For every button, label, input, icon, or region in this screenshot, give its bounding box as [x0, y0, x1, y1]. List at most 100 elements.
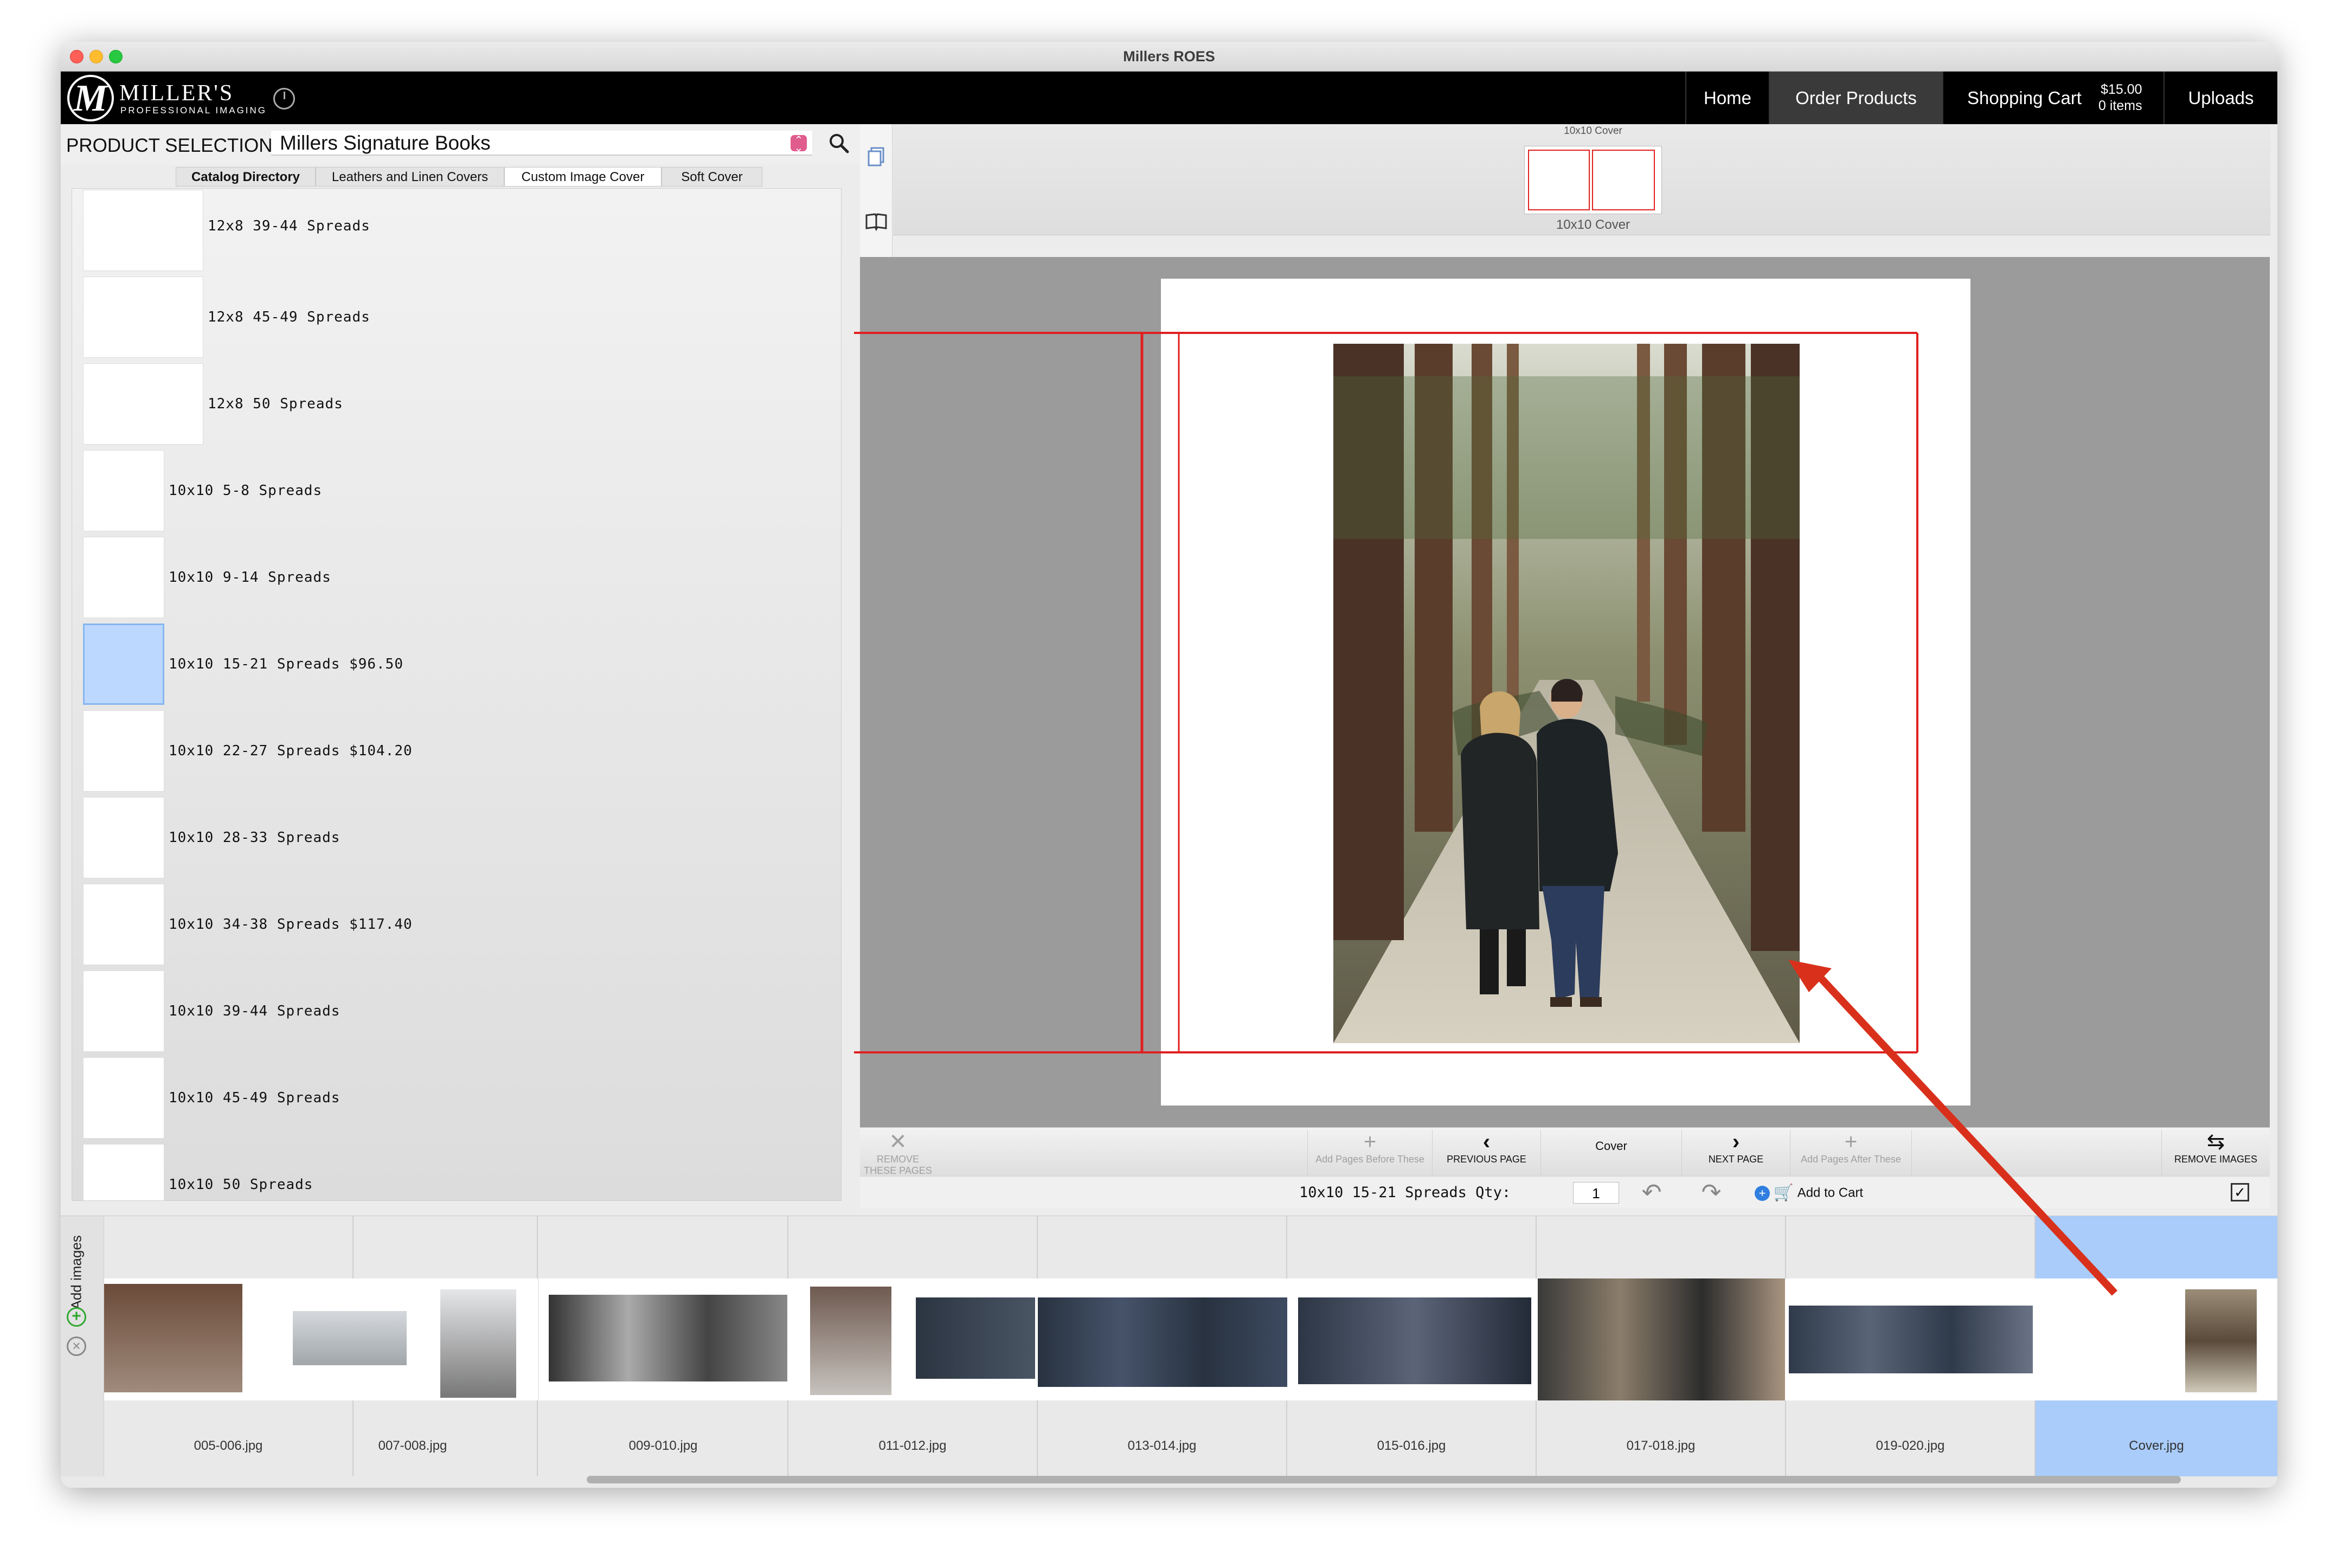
- pages-icon[interactable]: [866, 146, 886, 168]
- remove-pages-button[interactable]: ✕ REMOVE THESE PAGES: [860, 1130, 936, 1176]
- catalog-item-label: 10x10 5-8 Spreads: [169, 483, 323, 499]
- nav-order-products[interactable]: Order Products: [1769, 72, 1942, 124]
- add-images-label[interactable]: Add images: [68, 1229, 85, 1309]
- activity-spinner-icon: [273, 88, 295, 110]
- next-page-label: NEXT PAGE: [1708, 1154, 1764, 1165]
- catalog-item[interactable]: 12x8 39-44 Spreads: [72, 190, 841, 277]
- catalog-item[interactable]: 10x10 9-14 Spreads: [72, 537, 841, 624]
- previous-page-button[interactable]: ‹ PREVIOUS PAGE: [1432, 1130, 1540, 1175]
- spread-filename: 017-018.jpg: [1626, 1438, 1696, 1453]
- cover-photo[interactable]: [1333, 344, 1800, 1043]
- catalog-item-selected[interactable]: 10x10 15-21 Spreads $96.50: [72, 624, 841, 710]
- catalog-tabs: Catalog Directory Leathers and Linen Cov…: [61, 165, 869, 188]
- catalog-thumbnail: [83, 797, 164, 878]
- redo-icon[interactable]: ↷: [1684, 1179, 1738, 1206]
- cart-icon: 🛒: [1773, 1184, 1794, 1202]
- strip-scrollbar[interactable]: [587, 1476, 2181, 1483]
- catalog-item[interactable]: 10x10 5-8 Spreads: [72, 450, 841, 537]
- catalog-item[interactable]: 10x10 45-49 Spreads: [72, 1057, 841, 1144]
- nav-home[interactable]: Home: [1685, 72, 1769, 124]
- catalog-item[interactable]: 10x10 28-33 Spreads: [72, 797, 841, 884]
- catalog-item[interactable]: 10x10 39-44 Spreads: [72, 971, 841, 1057]
- spread-thumbnail[interactable]: 017-018.jpg: [1537, 1216, 1786, 1476]
- catalog-item-label: 12x8 50 Spreads: [208, 396, 343, 412]
- catalog-item[interactable]: 12x8 50 Spreads: [72, 363, 841, 450]
- product-line-select[interactable]: Millers Signature Books ⌃ ⌄: [271, 131, 812, 156]
- product-line-value: Millers Signature Books: [280, 132, 491, 154]
- remove-images-label: REMOVE IMAGES: [2174, 1154, 2258, 1165]
- cover-thumbnail[interactable]: [1524, 146, 1662, 214]
- spread-filename: 011-012.jpg: [878, 1438, 947, 1453]
- catalog-item-label: 10x10 50 Spreads: [169, 1177, 313, 1193]
- photo-collage: [549, 1295, 787, 1381]
- undo-icon[interactable]: ↶: [1625, 1179, 1679, 1206]
- catalog-item-label: 10x10 15-21 Spreads $96.50: [169, 656, 403, 672]
- nav-shopping-cart[interactable]: Shopping Cart $15.00 0 items: [1942, 72, 2163, 124]
- spread-preview: [1287, 1278, 1537, 1400]
- remove-images-button[interactable]: ⇆ REMOVE IMAGES: [2161, 1130, 2270, 1175]
- cover-top-label: 10x10 Cover: [1564, 125, 1622, 137]
- add-to-cart-button[interactable]: + 🛒 Add to Cart: [1755, 1181, 1863, 1205]
- catalog-item-label: 12x8 45-49 Spreads: [208, 309, 370, 325]
- remove-x-icon: ✕: [889, 1130, 907, 1154]
- spread-thumbnail[interactable]: 019-020.jpg: [1786, 1216, 2036, 1476]
- tab-catalog-directory[interactable]: Catalog Directory: [176, 167, 316, 187]
- current-page-label: Cover: [1540, 1130, 1681, 1175]
- catalog-thumbnail: [83, 710, 164, 792]
- quantity-input[interactable]: 1: [1573, 1182, 1619, 1204]
- book-view-icon[interactable]: [864, 211, 888, 233]
- catalog-item[interactable]: 12x8 45-49 Spreads: [72, 277, 841, 363]
- title-bar: Millers ROES: [61, 42, 2277, 72]
- image-strip: Add images + × 005-006.jpg 007-008.jpg 0…: [61, 1216, 2277, 1488]
- catalog-list: 12x8 39-44 Spreads 12x8 45-49 Spreads 12…: [72, 188, 842, 1201]
- select-arrows-icon: ⌃ ⌄: [791, 135, 807, 153]
- spread-filename: 009-010.jpg: [628, 1438, 698, 1453]
- cover-navigator: 10x10 Cover 10x10 Cover: [893, 124, 2270, 235]
- spread-preview: [288, 1278, 538, 1400]
- spread-thumbnail[interactable]: 015-016.jpg: [1287, 1216, 1537, 1476]
- add-pages-before-button[interactable]: + Add Pages Before These: [1307, 1130, 1432, 1175]
- spread-thumbnail[interactable]: 009-010.jpg: [539, 1216, 788, 1476]
- spread-thumbnail[interactable]: 011-012.jpg: [788, 1216, 1038, 1476]
- add-before-label: Add Pages Before These: [1315, 1154, 1424, 1165]
- next-page-button[interactable]: › NEXT PAGE: [1681, 1130, 1790, 1175]
- remove-pages-label: REMOVE THESE PAGES: [864, 1154, 932, 1176]
- page-canvas[interactable]: [860, 257, 2270, 1127]
- nav-uploads[interactable]: Uploads: [2163, 72, 2277, 124]
- catalog-scrollbar[interactable]: [841, 1072, 842, 1192]
- cover-back-panel: [1528, 150, 1590, 210]
- spread-filename: Cover.jpg: [2129, 1438, 2184, 1453]
- cover-page[interactable]: [1161, 279, 1970, 1106]
- photo-collage: [440, 1289, 516, 1398]
- add-circle-icon: +: [1755, 1185, 1770, 1201]
- checkbox-icon[interactable]: ✓: [2231, 1183, 2249, 1201]
- spread-thumbnail[interactable]: 007-008.jpg: [288, 1216, 538, 1476]
- tab-leathers-linen-covers[interactable]: Leathers and Linen Covers: [316, 167, 504, 187]
- app-window: Millers ROES M MILLER'S PROFESSIONAL IMA…: [61, 42, 2277, 1488]
- spread-filename: 013-014.jpg: [1127, 1438, 1197, 1453]
- cover-bottom-label: 10x10 Cover: [1556, 217, 1630, 232]
- photo-collage: [810, 1287, 891, 1395]
- spread-thumbnail[interactable]: 013-014.jpg: [1038, 1216, 1287, 1476]
- catalog-item[interactable]: 10x10 50 Spreads: [72, 1144, 841, 1200]
- photo-collage: [1538, 1278, 1785, 1400]
- tab-custom-image-cover[interactable]: Custom Image Cover: [504, 167, 662, 187]
- qty-label: 10x10 15-21 Spreads Qty:: [1299, 1184, 1511, 1201]
- search-icon[interactable]: [828, 132, 850, 154]
- spread-preview: [788, 1278, 1038, 1400]
- catalog-thumbnail: [83, 537, 164, 618]
- remove-image-x-icon[interactable]: ×: [67, 1336, 86, 1356]
- catalog-item[interactable]: 10x10 34-38 Spreads $117.40: [72, 884, 841, 971]
- spread-preview: [539, 1278, 788, 1400]
- catalog-thumbnail: [83, 624, 164, 705]
- chevron-right-icon: ›: [1732, 1130, 1740, 1154]
- product-selection-header: PRODUCT SELECTION Millers Signature Book…: [61, 124, 869, 165]
- catalog-item[interactable]: 10x10 22-27 Spreads $104.20: [72, 710, 841, 797]
- catalog-thumbnail: [83, 190, 203, 271]
- cart-items: 0 items: [2098, 98, 2142, 113]
- spread-thumbnail-selected[interactable]: Cover.jpg: [2036, 1216, 2277, 1476]
- add-image-plus-icon[interactable]: +: [67, 1307, 86, 1327]
- catalog-thumbnail: [83, 1144, 164, 1200]
- tab-soft-cover[interactable]: Soft Cover: [662, 167, 762, 187]
- add-pages-after-button[interactable]: + Add Pages After These: [1790, 1130, 1912, 1175]
